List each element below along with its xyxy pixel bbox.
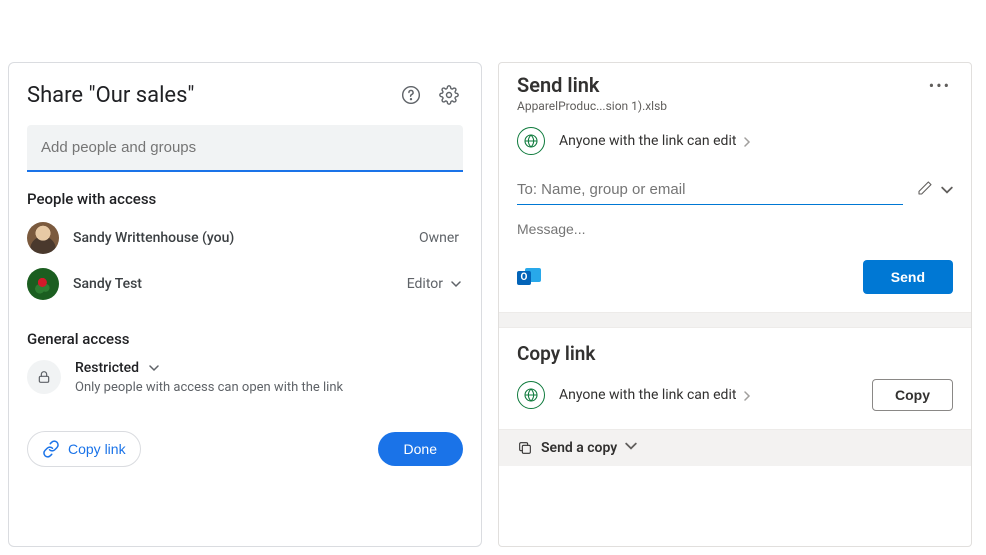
link-permission-selector[interactable]: Anyone with the link can edit xyxy=(517,381,752,409)
done-button[interactable]: Done xyxy=(378,432,463,466)
copy-link-label: Copy link xyxy=(68,441,126,457)
chevron-right-icon xyxy=(742,386,752,405)
role-dropdown-label: Editor xyxy=(407,276,443,292)
access-scope-description: Only people with access can open with th… xyxy=(75,380,343,395)
link-icon xyxy=(42,440,60,458)
link-permission-selector[interactable]: Anyone with the link can edit xyxy=(517,127,953,155)
chevron-down-icon xyxy=(625,440,645,456)
person-row: Sandy Writtenhouse (you) Owner xyxy=(27,222,463,254)
send-button[interactable]: Send xyxy=(863,260,953,294)
gear-icon[interactable] xyxy=(435,81,463,109)
chevron-down-icon xyxy=(149,363,159,373)
dialog-title: Send link xyxy=(517,73,927,97)
copy-icon xyxy=(517,440,533,456)
dialog-title: Share "Our sales" xyxy=(27,83,387,108)
header: Share "Our sales" xyxy=(27,81,463,109)
general-access-label: General access xyxy=(27,330,463,348)
header: Send link ••• xyxy=(517,73,953,97)
pencil-icon[interactable] xyxy=(917,180,933,200)
ms-send-link-dialog: Send link ••• ApparelProduc...sion 1).xl… xyxy=(498,62,972,547)
chevron-down-icon[interactable] xyxy=(941,181,953,200)
access-scope-dropdown[interactable]: Restricted xyxy=(75,360,343,376)
copy-link-button[interactable]: Copy link xyxy=(27,431,141,467)
divider xyxy=(499,312,971,328)
link-permission-label: Anyone with the link can edit xyxy=(559,387,736,403)
avatar xyxy=(27,268,59,300)
lock-icon xyxy=(27,360,61,394)
more-options-icon[interactable]: ••• xyxy=(927,76,953,95)
people-with-access-label: People with access xyxy=(27,190,463,208)
message-input[interactable] xyxy=(517,221,953,237)
general-access-row: Restricted Only people with access can o… xyxy=(27,360,463,395)
person-name: Sandy Test xyxy=(73,276,407,292)
person-row: Sandy Test Editor xyxy=(27,268,463,300)
filename: ApparelProduc...sion 1).xlsb xyxy=(517,99,953,113)
dialog-footer: Copy link Done xyxy=(27,431,463,467)
copy-link-title: Copy link xyxy=(517,342,953,365)
add-people-input[interactable] xyxy=(27,125,463,172)
chevron-down-icon xyxy=(451,279,461,289)
send-a-copy-label: Send a copy xyxy=(541,440,617,456)
outlook-icon[interactable]: O xyxy=(517,265,541,289)
access-scope-label: Restricted xyxy=(75,360,139,376)
role-dropdown[interactable]: Editor xyxy=(407,276,461,292)
avatar xyxy=(27,222,59,254)
send-a-copy-toggle[interactable]: Send a copy xyxy=(499,429,971,466)
help-icon[interactable] xyxy=(397,81,425,109)
person-name: Sandy Writtenhouse (you) xyxy=(73,230,419,246)
google-share-dialog: Share "Our sales" People with access San… xyxy=(8,62,482,547)
person-role: Owner xyxy=(419,230,459,246)
copy-button[interactable]: Copy xyxy=(872,379,953,411)
recipients-input[interactable] xyxy=(517,175,903,205)
globe-icon xyxy=(517,127,545,155)
globe-icon xyxy=(517,381,545,409)
chevron-right-icon xyxy=(742,132,752,151)
link-permission-label: Anyone with the link can edit xyxy=(559,133,736,149)
